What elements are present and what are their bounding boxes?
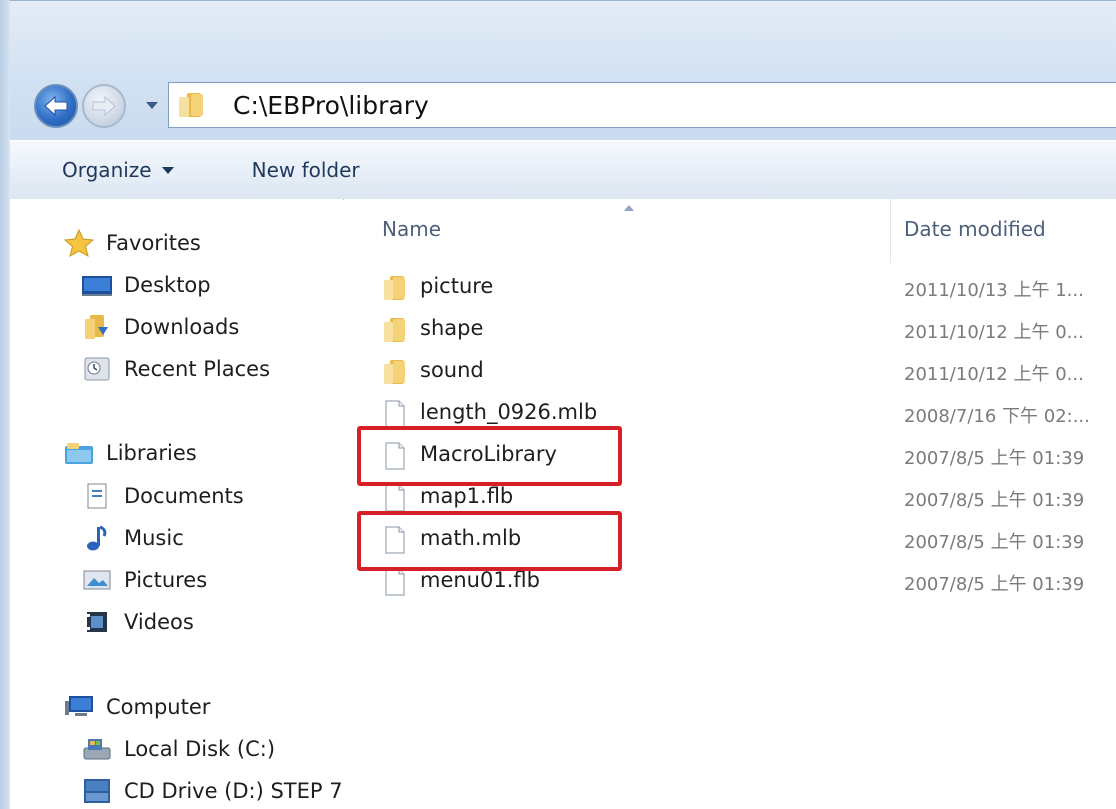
nav-computer[interactable]: Computer [62,693,210,721]
sidebar-item-local-disk[interactable]: Local Disk (C:) [80,735,275,763]
navigation-pane: Favorites Desktop Downloads Recent Place… [10,199,343,809]
videos-icon [80,608,114,636]
file-name: math.mlb [420,526,522,550]
star-icon [62,229,96,257]
cd-drive-icon [80,777,114,805]
file-name: shape [420,316,484,340]
organize-button[interactable]: Organize [48,150,188,190]
file-date: 2008/7/16 下午 02:... [904,406,1090,427]
paper-overlay [726,395,822,609]
file-date: 2007/8/5 上午 01:39 [904,448,1085,469]
sidebar-item-videos[interactable]: Videos [80,608,194,636]
explorer-window: C:\EBPro\library Organize New folder Fav… [0,0,1116,809]
nav-computer-label: Computer [106,695,211,719]
sidebar-item-label: Documents [124,484,244,508]
file-date: 2011/10/12 上午 0... [904,322,1084,343]
file-date: 2007/8/5 上午 01:39 [904,532,1085,553]
sidebar-item-desktop[interactable]: Desktop [80,271,211,299]
sidebar-item-label: Desktop [124,273,211,297]
pictures-icon [80,566,114,594]
documents-icon [80,482,114,510]
desktop-icon [80,271,114,299]
sidebar-item-music[interactable]: Music [80,524,184,552]
nav-favorites[interactable]: Favorites [62,229,201,257]
sidebar-item-downloads[interactable]: Downloads [80,313,239,341]
column-header-name[interactable]: Name [382,217,441,241]
title-bar [10,0,1116,73]
nav-libraries-label: Libraries [106,441,197,465]
file-date: 2007/8/5 上午 01:39 [904,574,1085,595]
folder-icon [179,93,203,117]
back-arrow-icon [44,95,68,117]
local-disk-icon [80,735,114,763]
file-date: 2007/8/5 上午 01:39 [904,490,1085,511]
sidebar-item-label: Pictures [124,568,208,592]
file-name: map1.flb [420,484,514,508]
nav-libraries[interactable]: Libraries [62,439,197,467]
folder-icon [384,276,405,300]
file-date: 2011/10/13 上午 1... [904,280,1084,301]
file-icon [385,526,405,554]
file-name: MacroLibrary [420,442,557,466]
column-separator [890,199,891,263]
address-bar-area: C:\EBPro\library [10,72,1116,140]
sidebar-item-pictures[interactable]: Pictures [80,566,207,594]
file-name: picture [420,274,494,298]
sort-ascending-icon [624,205,634,211]
command-bar: Organize New folder [10,140,1116,200]
sidebar-item-documents[interactable]: Documents [80,482,244,510]
forward-arrow-icon [92,95,116,117]
chevron-down-icon [161,166,174,174]
sidebar-item-cd-drive[interactable]: CD Drive (D:) STEP 7 [80,777,343,805]
sidebar-item-label: Local Disk (C:) [124,737,276,761]
computer-icon [62,693,96,721]
paper-overlay [344,609,882,809]
sidebar-item-label: Downloads [124,315,240,339]
file-icon [385,568,405,596]
forward-button[interactable] [82,84,126,128]
file-icon [385,442,405,470]
nav-favorites-label: Favorites [106,231,201,255]
list-item-shape[interactable]: shape 2011/10/12 上午 0... [344,309,1116,351]
organize-label: Organize [62,158,152,182]
folder-icon [384,318,405,342]
recent-pages-dropdown[interactable] [144,98,160,114]
sidebar-item-label: Recent Places [124,357,271,381]
file-date: 2011/10/12 上午 0... [904,364,1084,385]
address-field[interactable]: C:\EBPro\library [168,82,1116,128]
folder-icon [384,360,405,384]
sidebar-item-recent-places[interactable]: Recent Places [80,355,270,383]
file-name: menu01.flb [420,568,540,592]
list-item-picture[interactable]: picture 2011/10/13 上午 1... [344,267,1116,309]
sidebar-item-label: Music [124,526,184,550]
new-folder-label: New folder [251,158,360,182]
music-icon [80,524,114,552]
sidebar-item-label: CD Drive (D:) STEP 7 [124,779,343,803]
column-header-date-modified[interactable]: Date modified [904,217,1046,241]
back-button[interactable] [34,84,78,128]
paper-overlay [859,519,883,809]
file-name: sound [420,358,484,382]
file-list: Name Date modified picture 2011/10/13 上午… [344,199,1116,809]
file-icon [385,484,405,512]
file-icon [385,400,405,428]
address-path: C:\EBPro\library [233,90,429,120]
recent-places-icon [80,355,114,383]
file-name: length_0926.mlb [420,400,598,424]
libraries-icon [62,439,96,467]
new-folder-button[interactable]: New folder [238,150,374,190]
downloads-icon [80,313,114,341]
sidebar-item-label: Videos [124,610,194,634]
chevron-down-icon [146,102,158,109]
list-item-sound[interactable]: sound 2011/10/12 上午 0... [344,351,1116,393]
